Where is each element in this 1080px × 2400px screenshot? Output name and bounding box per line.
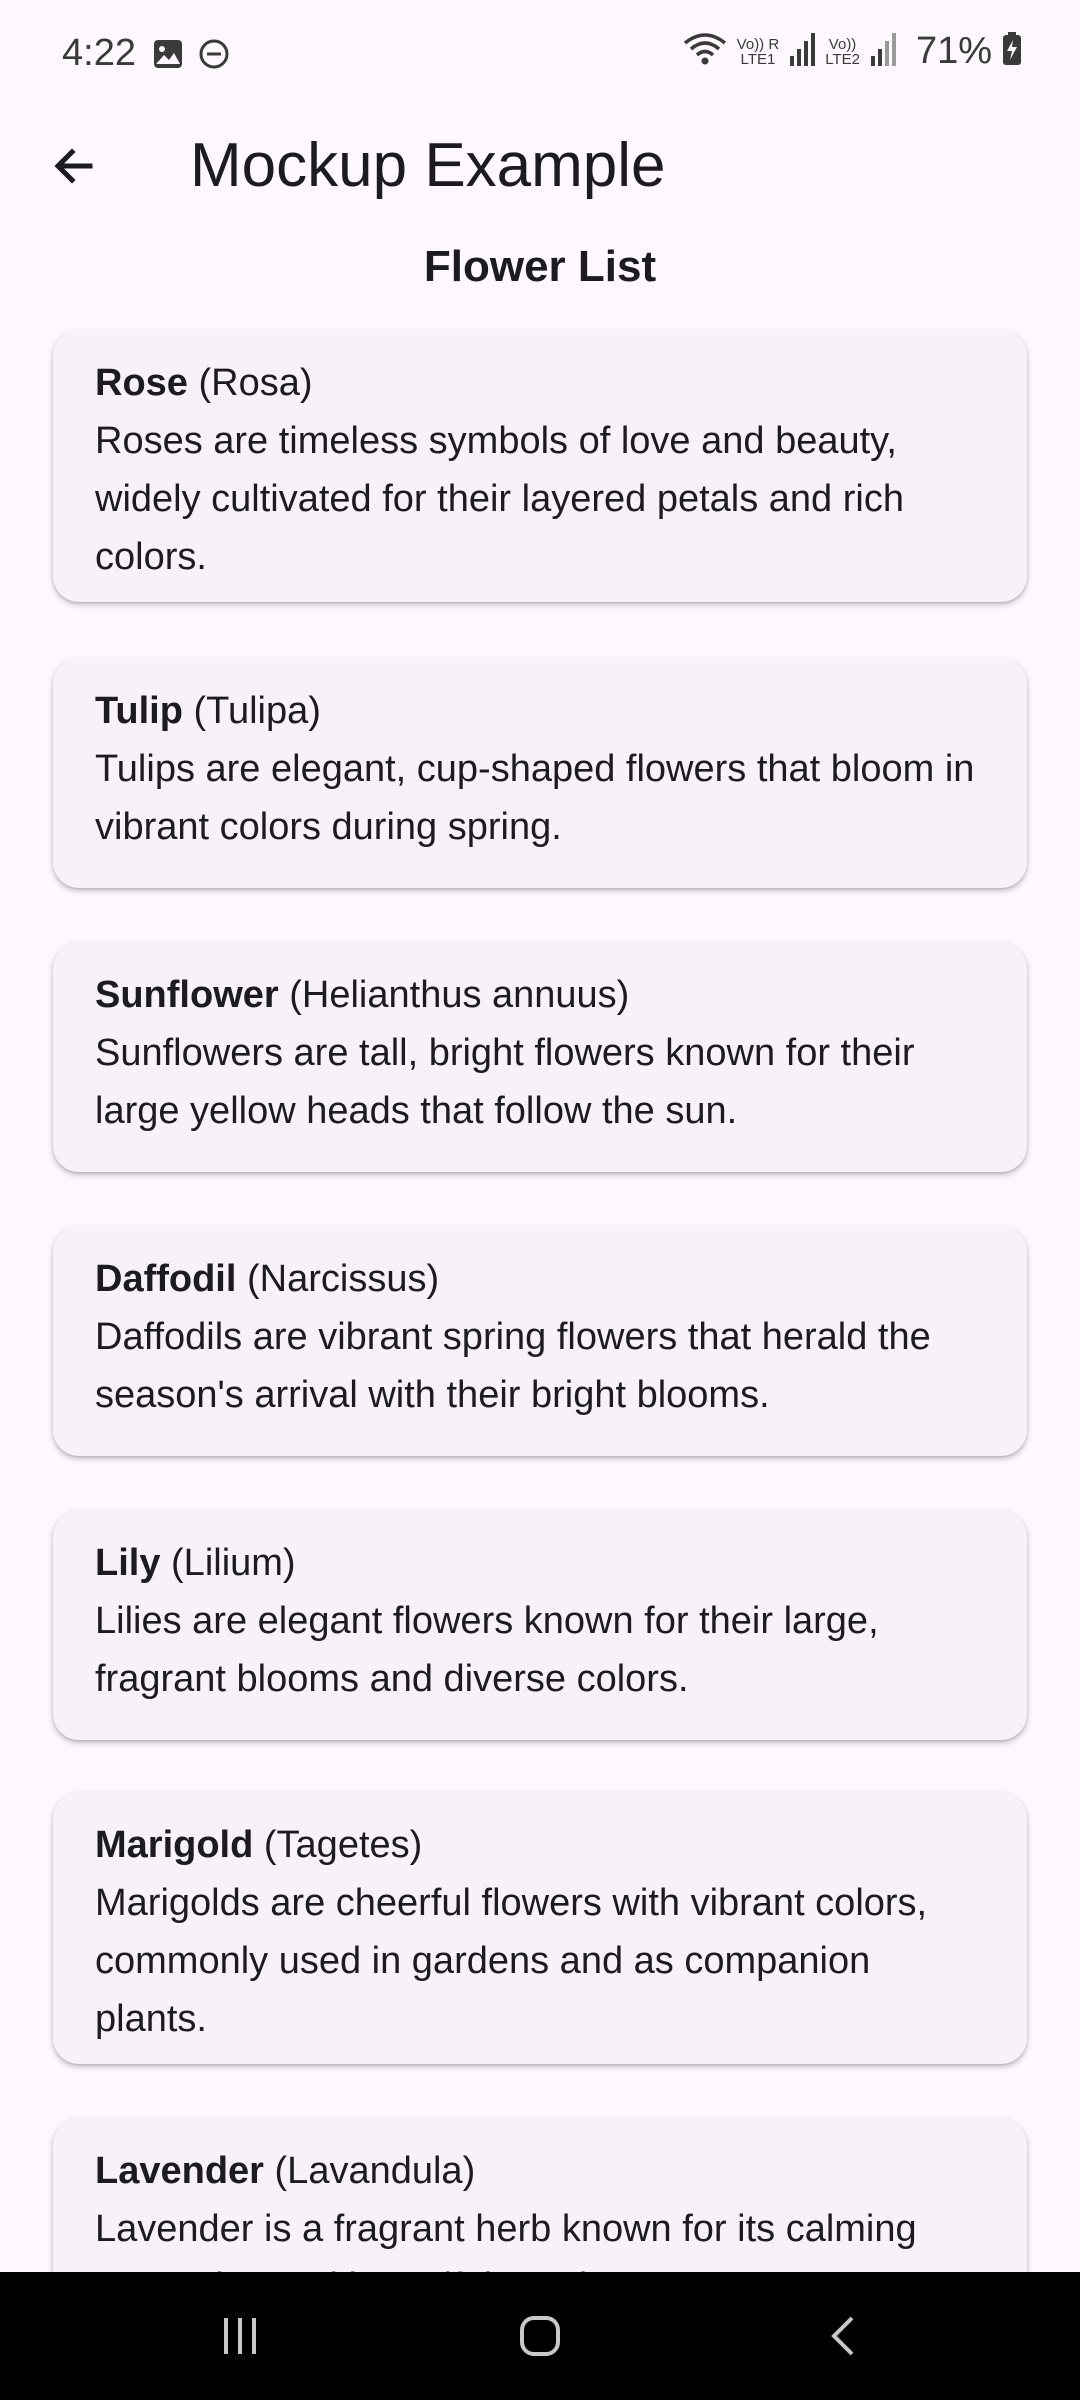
battery-percentage: 71% [915,30,992,72]
home-button[interactable] [490,2300,590,2372]
flower-scientific-name: (Helianthus annuus) [289,974,630,1016]
sim1-network-label: Vo)) R LTE1 [737,37,780,67]
signal-strength-icon [870,32,896,71]
page-title: Mockup Example [190,131,666,200]
status-notification-icons [152,38,230,75]
flower-name: Sunflower [95,974,279,1016]
flower-scientific-name: (Lilium) [171,1542,296,1584]
flower-title: Rose (Rosa) [95,354,985,412]
list-heading: Flower List [423,242,657,291]
flower-title: Daffodil (Narcissus) [95,1250,985,1308]
flower-list[interactable]: Rose (Rosa) Roses are timeless symbols o… [0,328,1080,2272]
recent-apps-button[interactable] [190,2300,290,2372]
screen: 4:22 Vo)) R LTE1 Vo)) LTE2 71% Mockup Ex… [0,0,1080,2400]
signal-strength-icon [789,32,816,71]
flower-card[interactable]: Tulip (Tulipa) Tulips are elegant, cup-s… [53,658,1027,888]
flower-name: Tulip [95,690,183,732]
back-icon [831,2316,854,2356]
flower-scientific-name: (Rosa) [198,362,313,404]
battery-charging-icon [1002,32,1022,71]
image-icon [152,38,184,75]
app-bar: Mockup Example [0,110,1080,220]
flower-description: Tulips are elegant, cup-shaped flowers t… [95,748,975,848]
flower-description: Daffodils are vibrant spring flowers tha… [95,1316,931,1416]
flower-title: Marigold (Tagetes) [95,1816,985,1874]
nav-back-button[interactable] [794,2300,894,2372]
status-time: 4:22 [62,32,136,74]
flower-description: Marigolds are cheerful flowers with vibr… [95,1882,928,2040]
flower-name: Lavender [95,2150,264,2192]
sim2-label-bottom: LTE2 [825,50,860,68]
sim1-label-top: Vo)) R [736,35,780,53]
flower-card[interactable]: Sunflower (Helianthus annuus) Sunflowers… [53,942,1027,1172]
status-system-icons: Vo)) R LTE1 Vo)) LTE2 71% [683,30,1022,73]
flower-name: Marigold [95,1824,254,1866]
flower-description: Lavender is a fragrant herb known for it… [95,2208,917,2272]
home-icon [520,2316,560,2356]
wifi-icon [683,31,727,72]
flower-description: Sunflowers are tall, bright flowers know… [95,1032,915,1132]
flower-card[interactable]: Daffodil (Narcissus) Daffodils are vibra… [53,1226,1027,1456]
flower-title: Sunflower (Helianthus annuus) [95,966,985,1024]
flower-name: Lily [95,1542,161,1584]
sim2-label-top: Vo)) [828,35,857,53]
flower-title: Lavender (Lavandula) [95,2142,985,2200]
flower-name: Rose [95,362,188,404]
system-navigation-bar [0,2272,1080,2400]
flower-name: Daffodil [95,1258,237,1300]
flower-title: Lily (Lilium) [95,1534,985,1592]
sim1-label-bottom: LTE1 [740,50,776,68]
flower-scientific-name: (Narcissus) [247,1258,440,1300]
flower-card[interactable]: Rose (Rosa) Roses are timeless symbols o… [53,330,1027,602]
status-bar: 4:22 Vo)) R LTE1 Vo)) LTE2 71% [0,0,1080,110]
back-button[interactable] [36,128,112,204]
flower-scientific-name: (Tagetes) [263,1824,423,1866]
flower-card[interactable]: Lily (Lilium) Lilies are elegant flowers… [53,1510,1027,1740]
do-not-disturb-icon [198,38,230,75]
flower-card[interactable]: Lavender (Lavandula) Lavender is a fragr… [53,2118,1027,2272]
flower-description: Lilies are elegant flowers known for the… [95,1600,879,1700]
flower-scientific-name: (Lavandula) [274,2150,476,2192]
flower-card[interactable]: Marigold (Tagetes) Marigolds are cheerfu… [53,1792,1027,2064]
recent-apps-icon [224,2318,256,2354]
flower-description: Roses are timeless symbols of love and b… [95,420,904,578]
arrow-back-icon [54,148,93,184]
flower-scientific-name: (Tulipa) [193,690,321,732]
flower-title: Tulip (Tulipa) [95,682,985,740]
sim2-network-label: Vo)) LTE2 [825,37,860,67]
